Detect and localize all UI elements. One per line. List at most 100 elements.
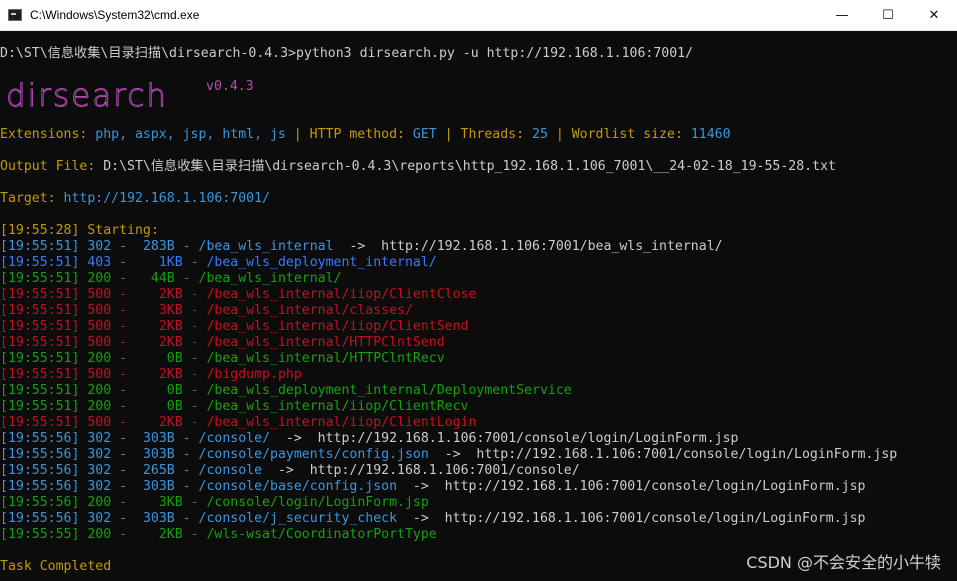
version-label: v0.4.3 bbox=[206, 79, 254, 94]
status-code: 302 bbox=[87, 511, 112, 526]
redirect-target: -> http://192.168.1.106:7001/console/ bbox=[262, 463, 580, 478]
result-row: [19:55:56] 302 - 303B - /console/ -> htt… bbox=[0, 431, 739, 446]
response-size: 2KB bbox=[135, 335, 183, 350]
output-file-path: D:\ST\信息收集\目录扫描\dirsearch-0.4.3\reports\… bbox=[103, 159, 836, 174]
response-size: 0B bbox=[135, 383, 183, 398]
title-bar[interactable]: C:\Windows\System32\cmd.exe — ☐ ✕ bbox=[0, 0, 957, 31]
response-size: 2KB bbox=[135, 287, 183, 302]
logo-text: dirsearch bbox=[6, 80, 168, 114]
window-controls: — ☐ ✕ bbox=[819, 0, 957, 30]
timestamp: [19:55:56] bbox=[0, 447, 80, 462]
result-path: /bea_wls_internal/classes/ bbox=[206, 303, 413, 318]
separator: | bbox=[285, 127, 310, 142]
result-row: [19:55:51] 500 - 2KB - /bea_wls_internal… bbox=[0, 287, 477, 302]
separator: | bbox=[436, 127, 461, 142]
result-path: /bigdump.php bbox=[206, 367, 302, 382]
watermark: CSDN @不会安全的小牛犊 bbox=[746, 553, 941, 572]
result-path: /console/base/config.json bbox=[198, 479, 398, 494]
result-path: /bea_wls_deployment_internal/DeploymentS… bbox=[206, 383, 572, 398]
timestamp: [19:55:28] bbox=[0, 223, 80, 238]
extensions-label: Extensions: bbox=[0, 127, 96, 142]
timestamp: [19:55:51] bbox=[0, 271, 80, 286]
starting-line: [19:55:28] Starting: bbox=[0, 223, 159, 239]
timestamp: [19:55:56] bbox=[0, 511, 80, 526]
result-path: /bea_wls_internal/iiop/ClientRecv bbox=[206, 399, 469, 414]
redirect-target: -> http://192.168.1.106:7001/console/log… bbox=[397, 511, 866, 526]
task-completed-text: Task Completed bbox=[0, 559, 112, 574]
timestamp: [19:55:51] bbox=[0, 255, 80, 270]
timestamp: [19:55:56] bbox=[0, 463, 80, 478]
result-row: [19:55:56] 302 - 303B - /console/base/co… bbox=[0, 479, 866, 494]
status-code: 302 bbox=[87, 463, 112, 478]
response-size: 303B bbox=[135, 447, 175, 462]
result-path: /console bbox=[198, 463, 263, 478]
output-file-label: Output File: bbox=[0, 159, 104, 174]
status-code: 500 bbox=[87, 415, 112, 430]
result-path: /console/ bbox=[198, 431, 271, 446]
response-size: 303B bbox=[135, 511, 175, 526]
status-code: 500 bbox=[87, 287, 112, 302]
wordlist-label: Wordlist size: bbox=[571, 127, 691, 142]
target-url: http://192.168.1.106:7001/ bbox=[63, 191, 270, 206]
result-path: /bea_wls_internal/HTTPClntSend bbox=[206, 335, 445, 350]
status-code: 302 bbox=[87, 479, 112, 494]
maximize-button[interactable]: ☐ bbox=[865, 0, 911, 30]
response-size: 2KB bbox=[135, 527, 183, 542]
response-size: 0B bbox=[135, 399, 183, 414]
timestamp: [19:55:56] bbox=[0, 431, 80, 446]
threads-label: Threads: bbox=[460, 127, 533, 142]
response-size: 2KB bbox=[135, 415, 183, 430]
response-size: 3KB bbox=[135, 303, 183, 318]
status-code: 200 bbox=[87, 351, 112, 366]
status-code: 500 bbox=[87, 367, 112, 382]
separator: | bbox=[547, 127, 572, 142]
minimize-button[interactable]: — bbox=[819, 0, 865, 30]
response-size: 44B bbox=[135, 271, 175, 286]
result-row: [19:55:51] 200 - 0B - /bea_wls_internal/… bbox=[0, 399, 469, 414]
status-code: 200 bbox=[87, 527, 112, 542]
response-size: 0B bbox=[135, 351, 183, 366]
target-line: Target: http://192.168.1.106:7001/ bbox=[0, 191, 270, 207]
timestamp: [19:55:51] bbox=[0, 303, 80, 318]
target-label: Target: bbox=[0, 191, 64, 206]
timestamp: [19:55:51] bbox=[0, 351, 80, 366]
timestamp: [19:55:56] bbox=[0, 479, 80, 494]
timestamp: [19:55:51] bbox=[0, 415, 80, 430]
timestamp: [19:55:51] bbox=[0, 383, 80, 398]
window-title: C:\Windows\System32\cmd.exe bbox=[30, 8, 200, 22]
result-path: /bea_wls_internal/iiop/ClientClose bbox=[206, 287, 477, 302]
wordlist-value: 11460 bbox=[690, 127, 731, 142]
result-path: /bea_wls_internal bbox=[198, 239, 334, 254]
config-line: Extensions: php, aspx, jsp, html, js | H… bbox=[0, 127, 731, 143]
response-size: 303B bbox=[135, 479, 175, 494]
result-row: [19:55:56] 200 - 3KB - /console/login/Lo… bbox=[0, 495, 429, 510]
result-row: [19:55:51] 500 - 2KB - /bigdump.php bbox=[0, 367, 302, 382]
timestamp: [19:55:51] bbox=[0, 319, 80, 334]
result-row: [19:55:51] 500 - 2KB - /bea_wls_internal… bbox=[0, 335, 445, 350]
extensions-value: php, aspx, jsp, html, js bbox=[95, 127, 286, 142]
redirect-target: -> http://192.168.1.106:7001/console/log… bbox=[270, 431, 739, 446]
console-output[interactable]: D:\ST\信息收集\目录扫描\dirsearch-0.4.3>python3 … bbox=[0, 31, 957, 581]
timestamp: [19:55:51] bbox=[0, 287, 80, 302]
timestamp: [19:55:56] bbox=[0, 495, 80, 510]
response-size: 3KB bbox=[135, 495, 183, 510]
response-size: 2KB bbox=[135, 319, 183, 334]
status-code: 403 bbox=[87, 255, 112, 270]
response-size: 2KB bbox=[135, 367, 183, 382]
timestamp: [19:55:51] bbox=[0, 239, 80, 254]
http-method-label: HTTP method: bbox=[309, 127, 413, 142]
result-row: [19:55:51] 200 - 0B - /bea_wls_deploymen… bbox=[0, 383, 572, 398]
timestamp: [19:55:55] bbox=[0, 527, 80, 542]
result-path: /bea_wls_deployment_internal/ bbox=[206, 255, 437, 270]
result-row: [19:55:51] 500 - 2KB - /bea_wls_internal… bbox=[0, 415, 477, 430]
output-file-line: Output File: D:\ST\信息收集\目录扫描\dirsearch-0… bbox=[0, 159, 836, 175]
status-code: 302 bbox=[87, 447, 112, 462]
status-code: 500 bbox=[87, 335, 112, 350]
result-path: /console/login/LoginForm.jsp bbox=[206, 495, 429, 510]
result-row: [19:55:56] 302 - 303B - /console/j_secur… bbox=[0, 511, 866, 526]
result-row: [19:55:51] 200 - 44B - /bea_wls_internal… bbox=[0, 271, 342, 286]
status-code: 200 bbox=[87, 383, 112, 398]
status-code: 200 bbox=[87, 399, 112, 414]
threads-value: 25 bbox=[532, 127, 548, 142]
close-button[interactable]: ✕ bbox=[911, 0, 957, 30]
